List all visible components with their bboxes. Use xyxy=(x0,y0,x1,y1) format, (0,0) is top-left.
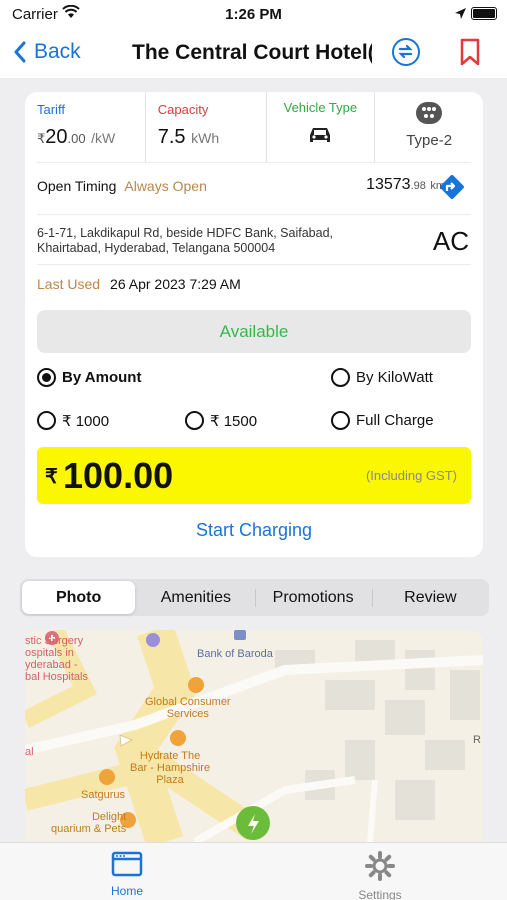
open-timing: Open Timing Always Open xyxy=(37,178,207,194)
tab-settings-label: Settings xyxy=(358,888,402,900)
connector-type-cell: Type-2 xyxy=(374,92,483,162)
distance: 13573.98 km xyxy=(366,176,445,193)
tariff-cell: Tariff ₹20.00 /kW xyxy=(25,92,145,162)
bookmark-icon[interactable] xyxy=(460,38,480,71)
radio-icon xyxy=(331,411,350,430)
type2-plug-icon xyxy=(416,102,443,124)
open-timing-label: Open Timing xyxy=(37,178,117,194)
page-title: The Central Court Hotel( xyxy=(132,41,372,64)
car-icon xyxy=(267,125,375,150)
last-used-value: 26 Apr 2023 7:29 AM xyxy=(110,276,241,292)
map-poi-bank: Bank of Baroda xyxy=(197,648,273,660)
tab-amenities[interactable]: Amenities xyxy=(139,581,252,614)
full-charge-radio[interactable]: Full Charge xyxy=(331,411,434,430)
divider xyxy=(37,162,471,163)
amount-field[interactable]: ₹ 100.00 (Including GST) xyxy=(37,447,471,504)
tab-review[interactable]: Review xyxy=(371,581,487,614)
back-button[interactable]: Back xyxy=(14,40,81,64)
station-address: 6-1-71, Lakdikapul Rd, beside HDFC Bank,… xyxy=(37,226,333,255)
tariff-value: ₹20.00 /kW xyxy=(37,126,116,148)
radio-icon xyxy=(37,411,56,430)
battery-icon xyxy=(471,7,497,20)
tariff-label: Tariff xyxy=(37,102,65,117)
station-card: Tariff ₹20.00 /kW Capacity 7.5 kWh Vehic… xyxy=(25,92,483,557)
status-time: 1:26 PM xyxy=(225,6,282,23)
directions-icon[interactable] xyxy=(437,172,467,207)
chevron-left-icon xyxy=(14,41,26,63)
metrics-row: Tariff ₹20.00 /kW Capacity 7.5 kWh Vehic… xyxy=(25,92,483,162)
map-poi-hospital: stic Surgery ospitals in yderabad - bal … xyxy=(25,635,88,683)
preset-1000-radio[interactable]: ₹ 1000 xyxy=(37,411,109,430)
capacity-value: 7.5 kWh xyxy=(157,126,220,148)
tab-home[interactable]: Home xyxy=(67,851,187,898)
divider xyxy=(37,214,471,215)
tab-bar: Home Settings xyxy=(0,842,507,900)
rupee-symbol: ₹ xyxy=(45,466,58,488)
tab-home-label: Home xyxy=(110,884,143,898)
detail-tabs: Photo Amenities Promotions Review xyxy=(20,579,489,616)
vehicle-type-cell: Vehicle Type xyxy=(265,92,375,162)
radio-icon xyxy=(185,411,204,430)
status-bar: Carrier 1:26 PM xyxy=(0,0,507,30)
tab-promotions[interactable]: Promotions xyxy=(254,581,370,614)
amount-value: 100.00 xyxy=(63,455,174,496)
radio-selected-icon xyxy=(37,368,56,387)
preset-1500-radio[interactable]: ₹ 1500 xyxy=(185,411,257,430)
swap-icon[interactable] xyxy=(392,38,420,66)
gst-note: (Including GST) xyxy=(365,468,457,483)
by-amount-radio[interactable]: By Amount xyxy=(37,368,141,387)
capacity-label: Capacity xyxy=(157,102,209,117)
map-poi-delight: Delight quarium & Pets xyxy=(51,811,127,835)
map-poi-edge: al xyxy=(25,746,34,758)
last-used: Last Used 26 Apr 2023 7:29 AM xyxy=(37,276,241,292)
tab-settings[interactable]: Settings xyxy=(320,851,440,900)
home-window-icon xyxy=(111,851,143,877)
current-type: AC xyxy=(432,226,469,256)
start-charging-button[interactable]: Start Charging xyxy=(25,520,483,541)
tab-photo[interactable]: Photo xyxy=(22,581,136,614)
map-poi-satgurus: Satgurus xyxy=(81,789,126,801)
radio-icon xyxy=(331,368,350,387)
map-view[interactable]: stic Surgery ospitals in yderabad - bal … xyxy=(25,630,483,842)
map-poi-edge-right: R xyxy=(473,734,481,746)
open-timing-value: Always Open xyxy=(124,178,207,194)
divider xyxy=(37,264,471,265)
capacity-cell: Capacity 7.5 kWh xyxy=(144,92,266,162)
back-label: Back xyxy=(34,40,81,63)
map-poi-consumer: Global Consumer Services xyxy=(145,696,231,720)
location-arrow-icon xyxy=(454,7,467,24)
availability-status: Available xyxy=(37,310,471,353)
map-poi-hydrate: Hydrate The Bar - Hampshire Plaza xyxy=(130,750,211,786)
navigation-bar: Back The Central Court Hotel( xyxy=(0,30,507,78)
by-kilowatt-radio[interactable]: By KiloWatt xyxy=(331,368,433,387)
gear-icon xyxy=(365,851,395,881)
connector-type-value: Type-2 xyxy=(406,132,453,149)
last-used-label: Last Used xyxy=(37,276,101,292)
vehicle-type-label: Vehicle Type xyxy=(283,100,358,115)
